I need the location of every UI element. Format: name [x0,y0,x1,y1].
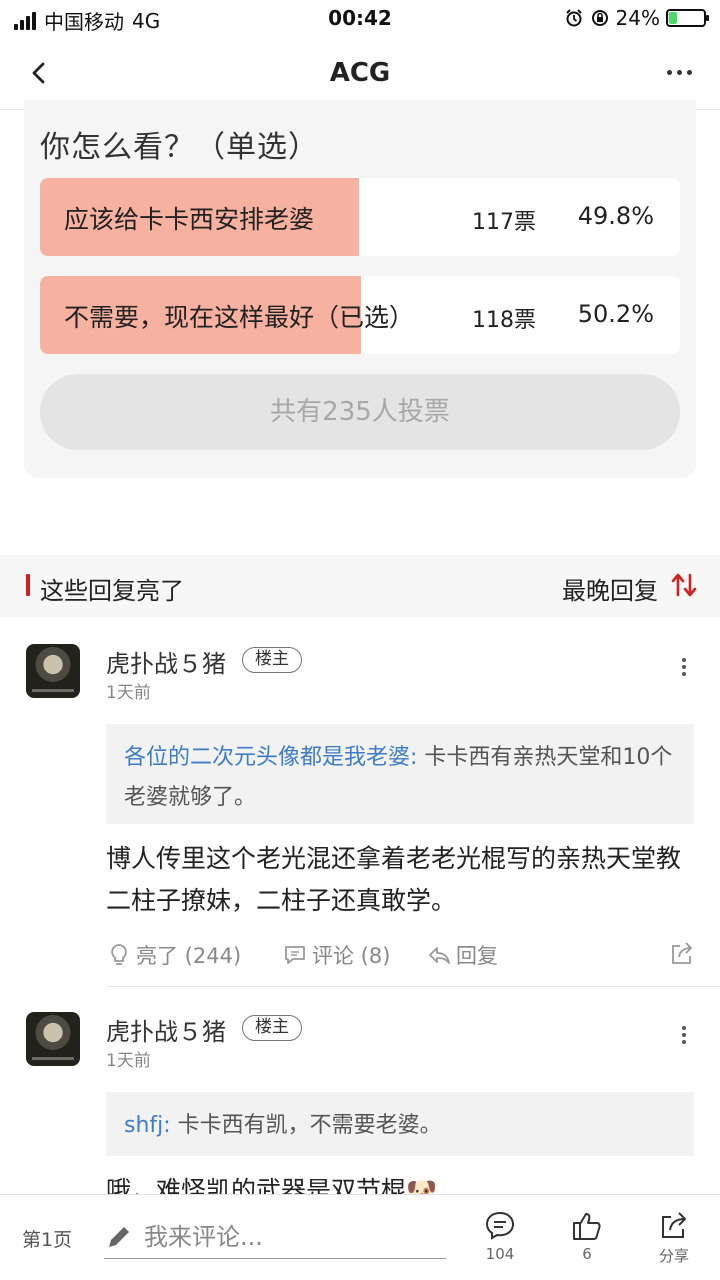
comment-input-wrapper[interactable] [104,1215,446,1259]
status-bar: 中国移动 4G 00:42 24% [0,0,720,36]
op-badge: 楼主 [242,1015,302,1041]
comment-divider [106,986,720,987]
share-icon [662,1212,686,1238]
battery-level [669,12,678,24]
comment-item: 虎扑战５猪 楼主 1天前 各位的二次元头像都是我老婆: 卡卡西有亲热天堂和10个… [0,644,720,990]
battery-icon [666,9,709,27]
avatar[interactable] [26,1012,80,1066]
poll-option[interactable]: 应该给卡卡西安排老婆 117票 49.8% [40,178,680,256]
status-right: 24% [564,6,709,30]
comment-actions: 亮了 (244) 评论 (8) 回复 [106,940,696,980]
poll-option-votes: 117票 [472,210,536,235]
like-total: 6 [582,1245,592,1263]
reply-icon [429,947,450,964]
poll-question: 你怎么看？（单选） [40,130,319,165]
poll-card: 你怎么看？（单选） 应该给卡卡西安排老婆 117票 49.8% 不需要，现在这样… [24,100,696,478]
timestamp: 1天前 [106,683,151,703]
comment-button[interactable]: 评论 (8) [282,940,390,970]
poll-total-button[interactable]: 共有235人投票 [40,374,680,450]
like-count: 亮了 (244) [136,944,242,968]
poll-option-percent: 50.2% [577,300,654,328]
quote-author[interactable]: shfj: [124,1113,171,1138]
sort-label[interactable]: 最晚回复 [562,571,658,606]
poll-option-votes: 118票 [472,308,536,333]
quote-box: 各位的二次元头像都是我老婆: 卡卡西有亲热天堂和10个老婆就够了。 [106,724,694,824]
username[interactable]: 虎扑战５猪 [106,644,226,679]
quote-author[interactable]: 各位的二次元头像都是我老婆: [124,745,417,770]
more-icon[interactable] [667,70,692,75]
quote-box: shfj: 卡卡西有凯，不需要老婆。 [106,1092,694,1156]
poll-option-label: 应该给卡卡西安排老婆 [64,205,315,234]
comment-text: 博人传里这个老光混还拿着老老光棍写的亲热天堂教二柱子撩妹，二柱子还真敢学。 [106,844,682,915]
op-badge: 楼主 [242,647,302,673]
quote-text: 卡卡西有凯，不需要老婆。 [170,1113,442,1138]
lightbulb-icon [111,944,127,965]
comment-input[interactable] [144,1222,434,1251]
more-icon[interactable] [682,1026,686,1044]
section-title: 这些回复亮了 [40,577,184,605]
nav-bar: ACG [0,36,720,110]
username[interactable]: 虎扑战５猪 [106,1012,226,1047]
thumbs-up-icon [573,1213,601,1240]
avatar[interactable] [26,644,80,698]
poll-option-percent: 49.8% [577,202,654,230]
page-indicator[interactable]: 第1页 [22,1225,72,1252]
rotation-lock-icon [591,10,608,26]
poll-option-label: 不需要，现在这样最好（已选） [64,303,415,332]
comment-item: 虎扑战５猪 楼主 1天前 shfj: 卡卡西有凯，不需要老婆。 哦，难怪凯的武器… [0,1012,720,1205]
comments-button[interactable]: 104 [470,1209,530,1263]
alarm-icon [565,9,582,27]
timestamp: 1天前 [106,1051,151,1071]
page-title: ACG [329,58,391,88]
comment-count: 评论 (8) [312,944,391,968]
sort-icon[interactable] [668,569,700,601]
battery-percent: 24% [615,6,660,30]
pencil-icon [109,1226,129,1247]
bottom-bar: 第1页 104 6 分享 [0,1194,720,1280]
comment-icon [285,946,305,964]
like-button[interactable]: 6 [557,1209,617,1263]
like-button[interactable]: 亮了 (244) [106,940,241,970]
reply-button[interactable]: 回复 [426,940,498,970]
poll-option[interactable]: 不需要，现在这样最好（已选） 118票 50.2% [40,276,680,354]
more-icon[interactable] [682,658,686,676]
share-icon[interactable] [668,940,696,968]
share-label: 分享 [658,1247,689,1265]
section-header: 这些回复亮了 最晚回复 [0,555,720,617]
section-accent-bar [26,574,30,596]
comment-icon [485,1211,515,1240]
share-button[interactable]: 分享 [644,1209,704,1266]
comment-total: 104 [485,1245,515,1263]
reply-label: 回复 [456,944,498,968]
